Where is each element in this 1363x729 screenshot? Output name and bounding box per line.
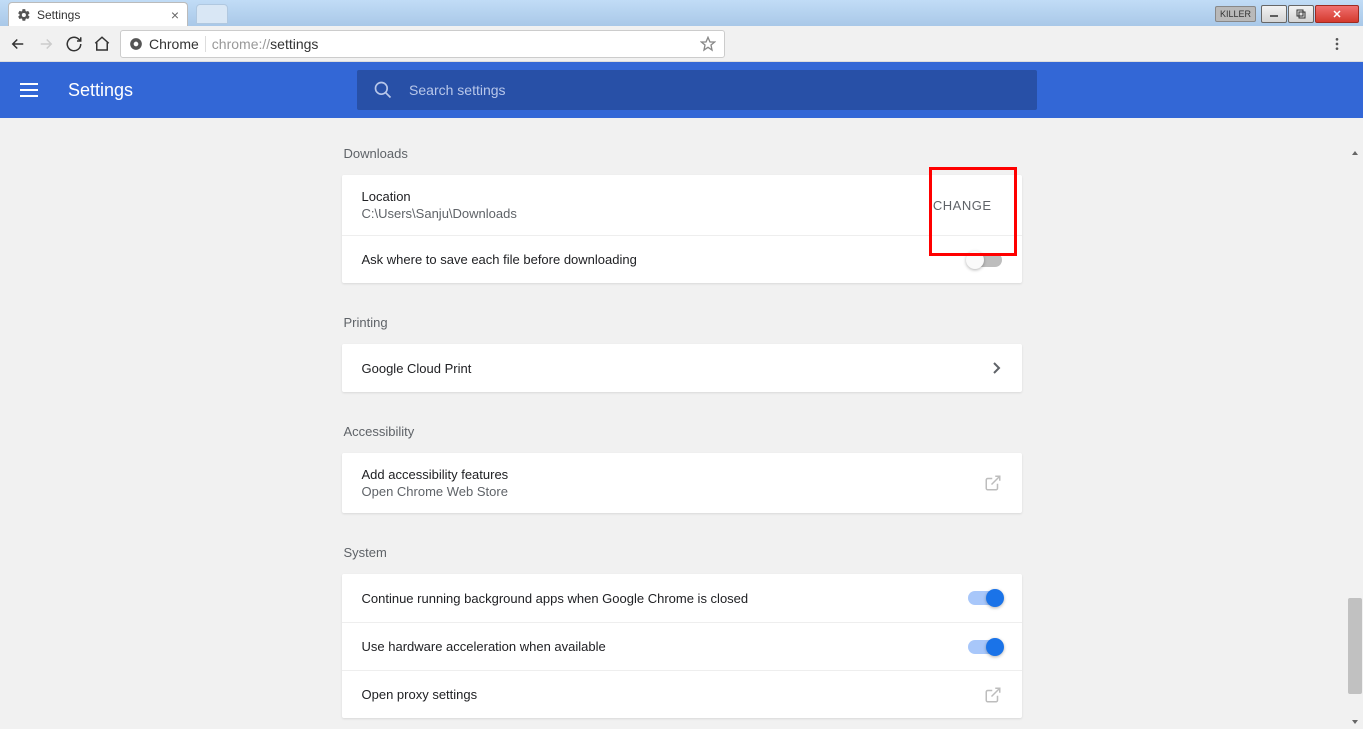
maximize-button[interactable] bbox=[1288, 5, 1314, 23]
location-label: Location bbox=[362, 189, 517, 204]
new-tab-button[interactable] bbox=[196, 4, 228, 24]
browser-tab[interactable]: Settings × bbox=[8, 2, 188, 26]
page-title: Settings bbox=[68, 80, 133, 101]
address-bar[interactable]: Chrome chrome://settings bbox=[120, 30, 725, 58]
downloads-card: Location C:\Users\Sanju\Downloads CHANGE… bbox=[342, 175, 1022, 283]
settings-content: Downloads Location C:\Users\Sanju\Downlo… bbox=[342, 118, 1022, 718]
bg-apps-label: Continue running background apps when Go… bbox=[362, 591, 749, 606]
hw-accel-toggle[interactable] bbox=[968, 640, 1002, 654]
proxy-label: Open proxy settings bbox=[362, 687, 478, 702]
origin-label: Chrome bbox=[149, 36, 199, 52]
section-title-accessibility: Accessibility bbox=[342, 416, 1022, 453]
cloud-print-row[interactable]: Google Cloud Print bbox=[342, 344, 1022, 392]
accessibility-card: Add accessibility features Open Chrome W… bbox=[342, 453, 1022, 513]
browser-menu-icon[interactable] bbox=[1327, 34, 1347, 54]
section-title-downloads: Downloads bbox=[342, 138, 1022, 175]
ask-save-row: Ask where to save each file before downl… bbox=[342, 235, 1022, 283]
tab-title: Settings bbox=[37, 8, 165, 22]
chrome-icon bbox=[129, 37, 143, 51]
ask-save-toggle[interactable] bbox=[968, 253, 1002, 267]
add-accessibility-sub: Open Chrome Web Store bbox=[362, 484, 509, 499]
system-card: Continue running background apps when Go… bbox=[342, 574, 1022, 718]
hw-accel-row: Use hardware acceleration when available bbox=[342, 622, 1022, 670]
hw-accel-label: Use hardware acceleration when available bbox=[362, 639, 606, 654]
add-accessibility-row[interactable]: Add accessibility features Open Chrome W… bbox=[342, 453, 1022, 513]
window-titlebar: Settings × KILLER bbox=[0, 0, 1363, 26]
proxy-row[interactable]: Open proxy settings bbox=[342, 670, 1022, 718]
omnibox-url: chrome://settings bbox=[212, 36, 694, 52]
change-button[interactable]: CHANGE bbox=[923, 192, 1002, 219]
minimize-button[interactable] bbox=[1261, 5, 1287, 23]
forward-button[interactable] bbox=[36, 34, 56, 54]
location-value: C:\Users\Sanju\Downloads bbox=[362, 206, 517, 221]
scrollbar-track[interactable] bbox=[1347, 146, 1363, 729]
reload-button[interactable] bbox=[64, 34, 84, 54]
external-link-icon bbox=[984, 474, 1002, 492]
download-location-row: Location C:\Users\Sanju\Downloads CHANGE bbox=[342, 175, 1022, 235]
hamburger-menu-icon[interactable] bbox=[20, 78, 44, 102]
settings-header: Settings Search settings bbox=[0, 62, 1363, 118]
search-icon bbox=[373, 80, 393, 100]
tab-close-icon[interactable]: × bbox=[171, 8, 179, 22]
close-button[interactable] bbox=[1315, 5, 1359, 23]
ask-save-label: Ask where to save each file before downl… bbox=[362, 252, 637, 267]
browser-toolbar: Chrome chrome://settings bbox=[0, 26, 1363, 62]
bg-apps-row: Continue running background apps when Go… bbox=[342, 574, 1022, 622]
killer-badge: KILLER bbox=[1215, 6, 1256, 22]
bookmark-star-icon[interactable] bbox=[700, 36, 716, 52]
section-title-system: System bbox=[342, 537, 1022, 574]
gear-icon bbox=[17, 8, 31, 22]
home-button[interactable] bbox=[92, 34, 112, 54]
section-title-printing: Printing bbox=[342, 307, 1022, 344]
back-button[interactable] bbox=[8, 34, 28, 54]
search-placeholder: Search settings bbox=[409, 82, 506, 98]
scrollbar-thumb[interactable] bbox=[1348, 598, 1362, 694]
printing-card: Google Cloud Print bbox=[342, 344, 1022, 392]
bg-apps-toggle[interactable] bbox=[968, 591, 1002, 605]
external-link-icon bbox=[984, 686, 1002, 704]
cloud-print-label: Google Cloud Print bbox=[362, 361, 472, 376]
scroll-up-arrow-icon[interactable] bbox=[1348, 146, 1362, 160]
omnibox-separator bbox=[205, 36, 206, 52]
search-settings-input[interactable]: Search settings bbox=[357, 70, 1037, 110]
scroll-down-arrow-icon[interactable] bbox=[1348, 715, 1362, 729]
add-accessibility-label: Add accessibility features bbox=[362, 467, 509, 482]
chevron-right-icon bbox=[992, 362, 1002, 374]
